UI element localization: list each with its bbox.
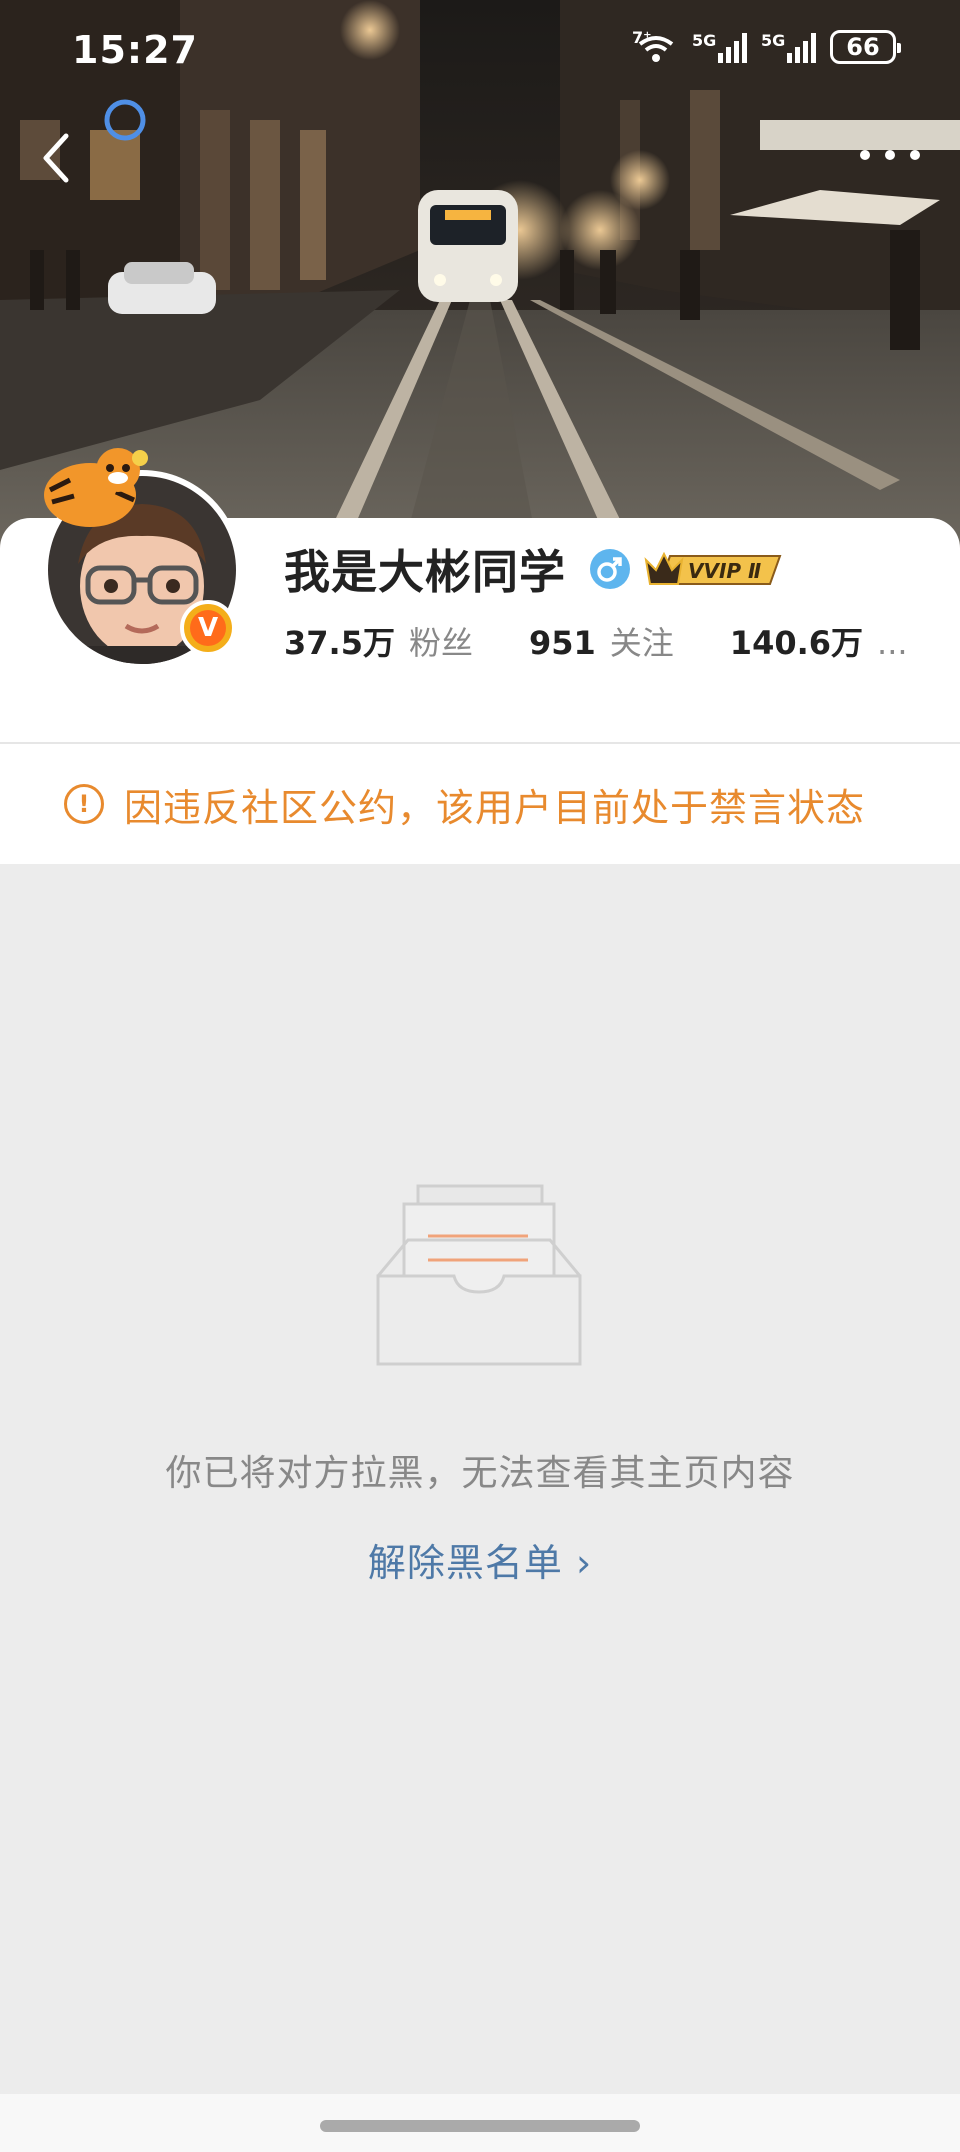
profile-stats: 37.5万 粉丝 951 关注 140.6万 ... bbox=[284, 618, 908, 664]
status-icons: 7⁺ 5G 5G 66 bbox=[632, 28, 901, 64]
verified-badge: V bbox=[180, 600, 236, 656]
vvip-crown-badge: VVIP Ⅱ bbox=[644, 551, 782, 585]
home-indicator[interactable] bbox=[320, 2120, 640, 2132]
vvip-label: VVIP Ⅱ bbox=[688, 559, 761, 583]
blocked-message: 你已将对方拉黑，无法查看其主页内容 bbox=[165, 1453, 795, 1494]
signal-icon-2: 5G bbox=[761, 31, 816, 63]
warning-icon: ! bbox=[64, 784, 104, 824]
likes-count[interactable]: 140.6万 bbox=[730, 618, 863, 664]
male-gender-icon bbox=[590, 549, 630, 589]
fans-count[interactable]: 37.5万 bbox=[284, 618, 395, 664]
signal-icon-1: 5G bbox=[692, 31, 747, 63]
battery-level: 66 bbox=[846, 33, 880, 61]
more-dot-icon bbox=[860, 150, 870, 160]
status-time: 15:27 bbox=[72, 28, 198, 72]
vvip-badge[interactable]: VVIP Ⅱ bbox=[640, 544, 790, 594]
wifi-icon: 7⁺ bbox=[632, 28, 678, 64]
profile-page: 15:27 7⁺ 5G 5G 66 V 我是大彬同学 VVIP Ⅱ 37.5万 … bbox=[0, 0, 960, 2152]
following-count[interactable]: 951 bbox=[529, 624, 596, 662]
likes-more: ... bbox=[877, 624, 908, 662]
battery-icon: 66 bbox=[830, 30, 901, 64]
verified-v-icon: V bbox=[190, 610, 226, 646]
empty-inbox-icon bbox=[374, 1180, 584, 1370]
status-bar: 15:27 7⁺ 5G 5G 66 bbox=[0, 0, 960, 100]
fans-label[interactable]: 粉丝 bbox=[409, 618, 473, 664]
back-arrow-icon bbox=[43, 133, 69, 183]
empty-tray-illustration bbox=[376, 1184, 582, 1366]
more-dot-icon bbox=[885, 150, 895, 160]
signal-1-label: 5G bbox=[692, 31, 717, 50]
ban-notice-text: 因违反社区公约，该用户目前处于禁言状态 bbox=[124, 785, 866, 830]
ban-notice: ! 因违反社区公约，该用户目前处于禁言状态 bbox=[0, 744, 960, 864]
wifi-label: 7⁺ bbox=[632, 28, 652, 47]
profile-name: 我是大彬同学 bbox=[284, 545, 566, 599]
male-symbol bbox=[597, 557, 622, 582]
back-button[interactable] bbox=[36, 128, 76, 188]
unblock-button[interactable]: 解除黑名单 › bbox=[0, 1532, 960, 1587]
signal-2-label: 5G bbox=[761, 31, 786, 50]
more-dot-icon bbox=[910, 150, 920, 160]
following-label[interactable]: 关注 bbox=[610, 618, 674, 664]
tiger-pendant-icon bbox=[30, 440, 160, 550]
more-options-button[interactable] bbox=[860, 140, 920, 170]
tiger-sticker bbox=[44, 448, 148, 527]
